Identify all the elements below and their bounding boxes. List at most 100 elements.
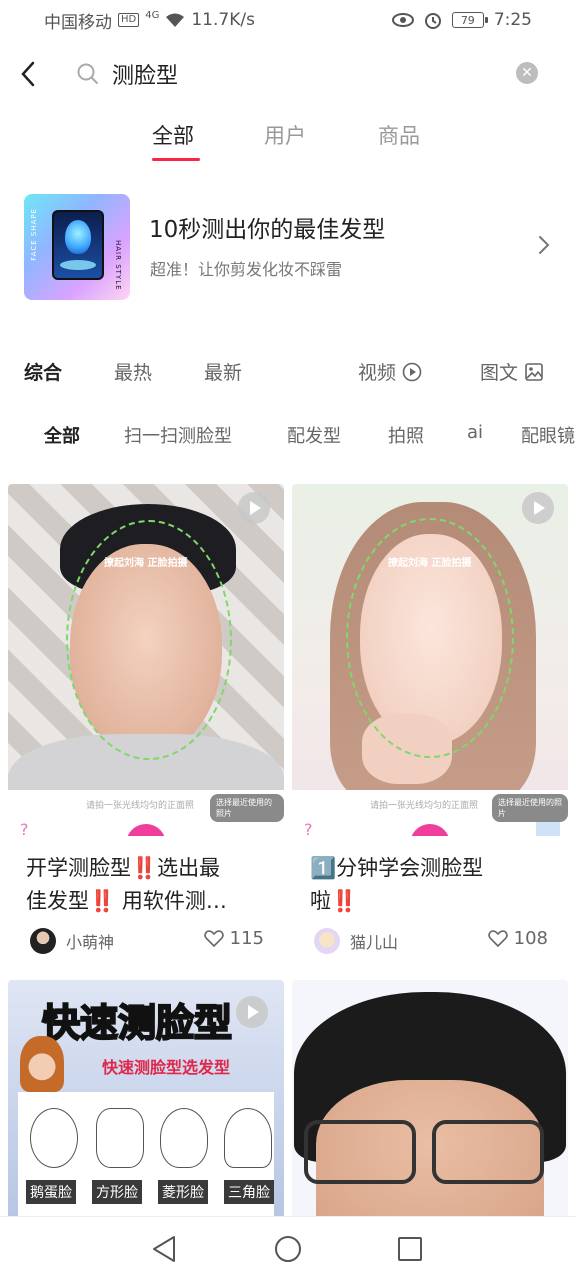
card-image: [292, 980, 568, 1216]
play-icon: [522, 492, 554, 524]
sort-newest[interactable]: 最新: [204, 358, 242, 385]
card-title-line-2: 啦‼️: [310, 889, 358, 913]
photo-hint: 请拍一张光线均匀的正面照: [370, 801, 479, 811]
promo-thumbnail: FACE SHAPE HAIR STYLE: [24, 194, 130, 300]
video-label: 视频: [358, 362, 397, 384]
like-count: 115: [229, 928, 264, 949]
avatar: [30, 928, 56, 954]
feed-card[interactable]: 撩起刘海 正脸拍摄 请拍一张光线均匀的正面照 选择最近使用的照片 ? 1️⃣分钟…: [292, 484, 568, 964]
face-shape-outline: [224, 1108, 272, 1168]
banner-subtitle: 快速测脸型选发型: [102, 1058, 231, 1077]
network-speed: 11.7K/s: [191, 10, 255, 30]
chip-glasses[interactable]: 配眼镜: [521, 422, 575, 448]
nav-back-icon[interactable]: [148, 1233, 180, 1265]
like-button[interactable]: 115: [203, 928, 264, 949]
promo-subtitle: 超准！让你剪发化妆不踩雷: [150, 260, 343, 279]
card-title: 1️⃣分钟学会测脸型 啦‼️: [310, 852, 554, 918]
feed-card[interactable]: 撩起刘海 正脸拍摄 请拍一张光线均匀的正面照 选择最近使用的照片 ? 开学测脸型…: [8, 484, 284, 964]
card-author[interactable]: 猫儿山: [314, 928, 398, 954]
alarm-icon: [424, 13, 441, 29]
face-shape-outline: [96, 1108, 144, 1168]
wifi-icon: [166, 13, 185, 27]
glasses-graphic: [304, 1120, 416, 1184]
shape-label: 菱形脸: [158, 1180, 208, 1204]
chip-scan[interactable]: 扫一扫测脸型: [124, 422, 232, 448]
author-name: 猫儿山: [350, 933, 399, 952]
feed-card[interactable]: 快速测脸型 快速测脸型选发型 鹅蛋脸 方形脸 菱形脸 三角脸: [8, 980, 284, 1216]
filter-video[interactable]: 视频: [358, 358, 422, 385]
tab-users[interactable]: 用户: [264, 120, 306, 150]
filter-chips: 全部 扫一扫测脸型 配发型 拍照 ai 配眼镜: [0, 414, 576, 454]
close-icon: ✕: [521, 65, 533, 81]
image-icon: [525, 363, 543, 381]
system-nav-bar: [0, 1216, 576, 1280]
card-title: 开学测脸型‼️选出最 佳发型‼️ 用软件测…: [26, 852, 270, 918]
avatar: [314, 928, 340, 954]
main-tabs: 全部 用户 商品: [0, 110, 576, 166]
eye-icon: [391, 13, 414, 27]
search-icon: [77, 63, 98, 84]
search-header: 测脸型 ✕: [0, 44, 576, 104]
thumb-left-text: FACE SHAPE: [30, 208, 38, 261]
help-icon: ?: [20, 820, 29, 836]
face-shape-outline: [30, 1108, 78, 1168]
nav-home-icon[interactable]: [272, 1233, 304, 1265]
hologram-base-graphic: [60, 260, 96, 270]
card-image: 撩起刘海 正脸拍摄 请拍一张光线均匀的正面照 选择最近使用的照片 ?: [292, 484, 568, 836]
shape-label: 鹅蛋脸: [26, 1180, 76, 1204]
author-name: 小萌神: [66, 933, 115, 952]
shape-label: 三角脸: [224, 1180, 274, 1204]
shape-label: 方形脸: [92, 1180, 142, 1204]
carrier-name: 中国移动: [44, 12, 112, 33]
clock: 7:25: [493, 10, 532, 30]
play-circle-icon: [402, 362, 422, 382]
tab-products[interactable]: 商品: [378, 120, 420, 150]
thumb-right-text: HAIR STYLE: [114, 240, 122, 291]
feed-card[interactable]: [292, 980, 568, 1216]
nav-recents-icon[interactable]: [394, 1233, 426, 1265]
hd-badge: HD: [118, 13, 140, 27]
clear-search-button[interactable]: ✕: [516, 62, 538, 84]
hologram-head-graphic: [65, 220, 91, 254]
image-text-label: 图文: [480, 362, 519, 384]
photo-hint: 请拍一张光线均匀的正面照: [86, 801, 195, 811]
sort-hottest[interactable]: 最热: [114, 358, 152, 385]
back-button[interactable]: [14, 58, 42, 90]
sort-comprehensive[interactable]: 综合: [24, 358, 62, 385]
chevron-right-icon: [539, 236, 550, 254]
card-author[interactable]: 小萌神: [30, 928, 114, 954]
help-icon: ?: [304, 820, 313, 836]
status-bar: 中国移动 HD 4G 11.7K/s 79 7:25: [0, 0, 576, 40]
overlay-instruction: 撩起刘海 正脸拍摄: [104, 558, 188, 569]
like-button[interactable]: 108: [487, 928, 548, 949]
face-shapes-panel: 鹅蛋脸 方形脸 菱形脸 三角脸: [18, 1092, 274, 1216]
active-tab-indicator: [152, 158, 200, 161]
chip-all[interactable]: 全部: [44, 422, 80, 448]
card-title-line-1: 1️⃣分钟学会测脸型: [310, 856, 484, 880]
recent-photo-pill: 选择最近使用的照片: [492, 794, 568, 822]
play-icon: [238, 492, 270, 524]
recent-photo-pill: 选择最近使用的照片: [210, 794, 284, 822]
promo-title: 10秒测出你的最佳发型: [149, 217, 386, 243]
promo-card[interactable]: FACE SHAPE HAIR STYLE 10秒测出你的最佳发型 超准！让你剪…: [0, 190, 576, 302]
back-arrow-icon: [21, 61, 35, 87]
card-title-line-1: 开学测脸型‼️选出最: [26, 856, 221, 880]
network-type: 4G: [145, 9, 160, 21]
heart-icon: [487, 929, 508, 947]
sort-bar: 综合 最热 最新 视频 图文: [0, 350, 576, 390]
search-input[interactable]: 测脸型: [112, 58, 178, 90]
chip-hairstyle[interactable]: 配发型: [287, 422, 341, 448]
face-shape-outline: [160, 1108, 208, 1168]
filter-image-text[interactable]: 图文: [480, 358, 544, 385]
card-image: 撩起刘海 正脸拍摄 请拍一张光线均匀的正面照 选择最近使用的照片 ?: [8, 484, 284, 836]
chip-photo[interactable]: 拍照: [388, 422, 424, 448]
tab-all[interactable]: 全部: [152, 120, 194, 150]
like-count: 108: [513, 928, 548, 949]
chip-ai[interactable]: ai: [467, 422, 483, 443]
thumbnail-preview: [536, 822, 560, 836]
heart-icon: [203, 929, 224, 947]
card-image: 快速测脸型 快速测脸型选发型 鹅蛋脸 方形脸 菱形脸 三角脸: [8, 980, 284, 1216]
glasses-graphic: [432, 1120, 544, 1184]
overlay-instruction: 撩起刘海 正脸拍摄: [388, 558, 472, 569]
banner-title: 快速测脸型: [41, 1000, 233, 1046]
